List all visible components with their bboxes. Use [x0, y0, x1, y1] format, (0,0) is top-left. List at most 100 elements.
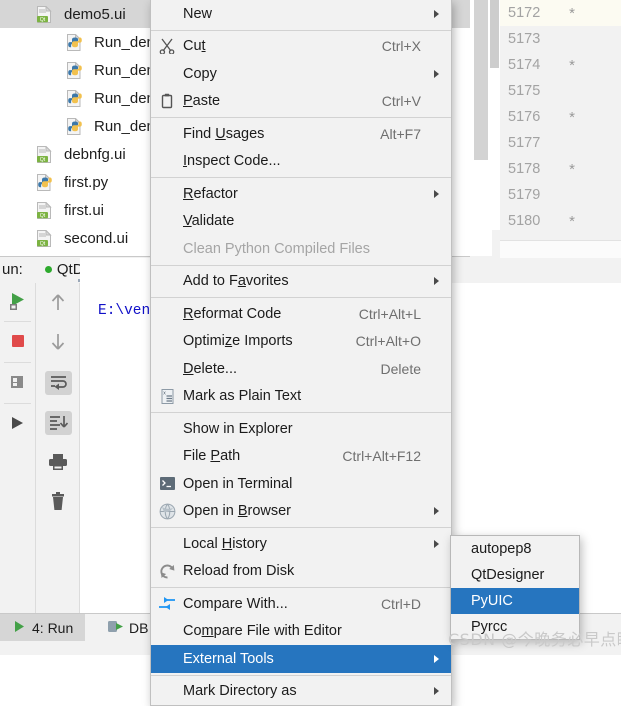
submenu-item-pyuic[interactable]: PyUIC: [451, 588, 579, 614]
line-number: 5180: [508, 213, 541, 229]
svg-text:Qt: Qt: [40, 213, 46, 219]
menu-item-delete[interactable]: Delete... Delete: [151, 355, 451, 383]
menu-item-optimize-imports[interactable]: Optimize Imports Ctrl+Alt+O: [151, 328, 451, 356]
chevron-right-icon: [431, 69, 441, 78]
pin-button[interactable]: [0, 365, 35, 401]
run-icon: [12, 619, 27, 637]
menu-separator: [151, 117, 451, 118]
line-number: 5179: [508, 187, 541, 203]
line-number: 5174: [508, 57, 541, 73]
line-number: 5177: [508, 135, 541, 151]
stop-button[interactable]: [0, 324, 35, 360]
menu-separator: [151, 674, 451, 676]
menu-item-local-history[interactable]: Local History: [151, 530, 451, 558]
line-number: 5173: [508, 31, 541, 47]
submenu-item-label: Pyrcc: [471, 619, 508, 635]
refresh-icon: [151, 563, 183, 580]
chevron-right-icon: [431, 687, 441, 696]
trash-icon: [49, 492, 67, 514]
print-button[interactable]: [37, 443, 79, 483]
gutter-line: 5176 *: [500, 104, 621, 130]
editor-scrollbar-thumb[interactable]: [490, 0, 499, 68]
menu-item-open-in-browser[interactable]: Open in Browser: [151, 498, 451, 526]
menu-item-file-path[interactable]: File Path Ctrl+Alt+F12: [151, 443, 451, 471]
tool-window-tab-4-run[interactable]: 4: Run: [0, 614, 86, 641]
clear-all-button[interactable]: [37, 483, 79, 523]
menu-item-compare-with[interactable]: Compare With... Ctrl+D: [151, 590, 451, 618]
soft-wrap-icon: [44, 371, 72, 395]
menu-item-accelerator: Ctrl+Alt+F12: [342, 448, 421, 465]
menu-item-label: Compare File with Editor: [183, 623, 342, 640]
soft-wrap-button[interactable]: [37, 363, 79, 403]
menu-item-label: Open in Terminal: [183, 475, 293, 492]
menu-item-label: Refactor: [183, 185, 238, 202]
line-number: 5178: [508, 161, 541, 177]
menu-item-reload-from-disk[interactable]: Reload from Disk: [151, 558, 451, 586]
print-icon: [48, 453, 68, 474]
menu-item-paste[interactable]: Paste Ctrl+V: [151, 88, 451, 116]
pin-icon: [9, 373, 27, 394]
menu-item-label: Mark Directory as: [183, 683, 297, 700]
tree-item-label: first.ui: [64, 201, 105, 219]
python-file-icon: [66, 61, 88, 79]
scroll-down-button[interactable]: [37, 323, 79, 363]
menu-separator: [151, 587, 451, 588]
menu-item-refactor[interactable]: Refactor: [151, 180, 451, 208]
file-context-menu[interactable]: New Cut Ctrl+X Copy Paste Ctrl+V Find Usages…: [150, 0, 452, 706]
menu-item-new[interactable]: New: [151, 0, 451, 28]
qt-ui-file-icon: Qt: [36, 229, 58, 247]
menu-item-find-usages[interactable]: Find Usages Alt+F7: [151, 120, 451, 148]
line-number: 5175: [508, 83, 541, 99]
menu-item-compare-file-with-editor[interactable]: Compare File with Editor: [151, 618, 451, 646]
gutter-line: 5175: [500, 78, 621, 104]
submenu-item-pyrcc[interactable]: Pyrcc: [451, 614, 579, 639]
menu-item-label: Compare With...: [183, 595, 288, 612]
run-toolbar-secondary[interactable]: [37, 283, 80, 613]
scroll-up-button[interactable]: [37, 283, 79, 323]
rerun-button[interactable]: [0, 283, 35, 319]
menu-item-label: Mark as Plain Text: [183, 388, 302, 405]
clipboard-icon: [151, 93, 183, 109]
menu-item-label: File Path: [183, 448, 241, 465]
menu-item-open-in-terminal[interactable]: Open in Terminal: [151, 470, 451, 498]
globe-icon: [151, 503, 183, 520]
menu-item-label: Clean Python Compiled Files: [183, 240, 370, 257]
menu-item-label: Validate: [183, 213, 235, 230]
menu-item-mark-as-plain-text[interactable]: x Mark as Plain Text: [151, 383, 451, 411]
menu-separator: [151, 412, 451, 413]
resume-button[interactable]: [0, 406, 35, 442]
terminal-icon: [151, 476, 183, 491]
menu-separator: [151, 527, 451, 528]
project-tree-scrollbar[interactable]: [470, 0, 492, 256]
scroll-to-end-button[interactable]: [37, 403, 79, 443]
menu-item-external-tools[interactable]: External Tools: [151, 645, 451, 673]
line-status-marker: *: [569, 212, 575, 230]
gutter-line: 5174 *: [500, 52, 621, 78]
submenu-item-autopep8[interactable]: autopep8: [451, 536, 579, 562]
gutter-line: 5173: [500, 26, 621, 52]
stop-icon: [10, 333, 26, 352]
menu-item-copy[interactable]: Copy: [151, 60, 451, 88]
menu-item-mark-directory-as[interactable]: Mark Directory as: [151, 678, 451, 706]
menu-item-validate[interactable]: Validate: [151, 208, 451, 236]
run-toolbar-left[interactable]: [0, 283, 36, 613]
menu-item-accelerator: Ctrl+Alt+O: [355, 333, 421, 350]
menu-item-accelerator: Ctrl+Alt+L: [358, 305, 421, 322]
gutter-line: 5179: [500, 182, 621, 208]
editor-line-number-gutter: 5172 * 5173 5174 * 5175 5176 * 5177 5178 * 5179 5180…: [500, 0, 621, 240]
menu-item-show-in-explorer[interactable]: Show in Explorer: [151, 415, 451, 443]
submenu-item-label: QtDesigner: [471, 567, 545, 583]
menu-item-accelerator: Delete: [380, 360, 421, 377]
resume-icon: [9, 414, 27, 435]
menu-item-label: Reload from Disk: [183, 563, 295, 580]
menu-item-reformat-code[interactable]: Reformat Code Ctrl+Alt+L: [151, 300, 451, 328]
scroll-to-end-icon: [44, 411, 72, 435]
menu-item-label: Reformat Code: [183, 305, 282, 322]
menu-item-add-to-favorites[interactable]: Add to Favorites: [151, 268, 451, 296]
external-tools-submenu[interactable]: autopep8 QtDesigner PyUIC Pyrcc: [450, 535, 580, 640]
menu-item-inspect-code[interactable]: Inspect Code...: [151, 148, 451, 176]
status-dot-icon: [44, 266, 52, 273]
submenu-item-qtdesigner[interactable]: QtDesigner: [451, 562, 579, 588]
menu-item-cut[interactable]: Cut Ctrl+X: [151, 33, 451, 61]
scrollbar-thumb[interactable]: [474, 0, 488, 160]
